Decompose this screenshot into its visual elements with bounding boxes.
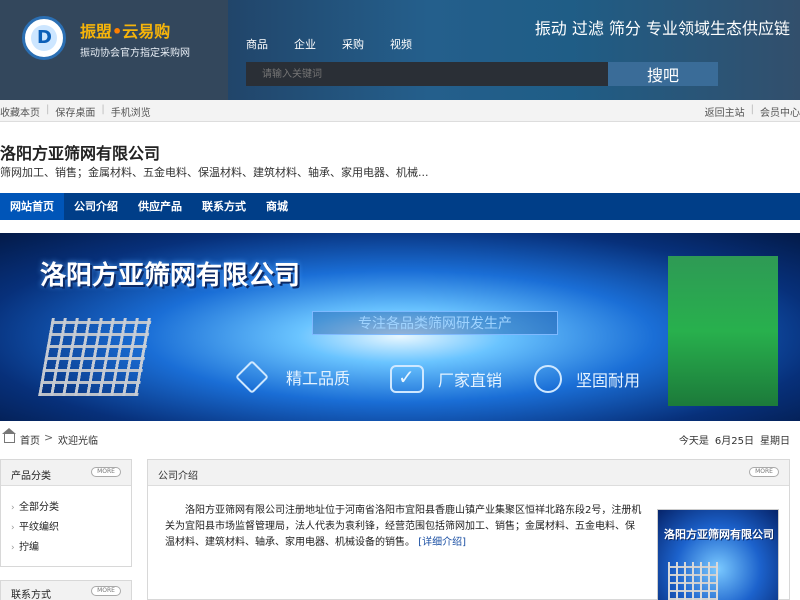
weekday-value: 星期日 [760,436,790,447]
brand-area: D 振盟•云易购 振动协会官方指定采购网 [0,0,228,100]
chevron-right-icon: > [44,431,54,444]
search-input[interactable] [246,62,608,86]
check-shield-icon [390,365,424,393]
home-icon[interactable] [2,428,16,443]
logo-letter: D [37,27,52,48]
intro-title: 公司介绍 [158,471,198,482]
breadcrumb-current: 欢迎光临 [58,436,98,447]
hero-banner: 洛阳方亚筛网有限公司 专注各品类筛网研发生产 精工品质 厂家直销 坚固耐用 [0,233,800,421]
banner-slogan: 专注各品类筛网研发生产 [312,311,558,335]
nav-home[interactable]: 网站首页 [0,193,64,220]
intro-body: 洛阳方亚筛网有限公司注册地址位于河南省洛阳市宜阳县香鹿山镇产业集聚区恒祥北路东段… [165,505,642,548]
search-button[interactable]: 搜吧 [608,62,718,86]
utility-bar: 收藏本页 | 保存桌面 | 手机浏览 返回主站 | 会员中心 [0,100,800,122]
back-to-main-link[interactable]: 返回主站 [705,104,745,119]
category-label: 拧编 [19,542,39,553]
banner-title: 洛阳方亚筛网有限公司 [40,261,301,291]
bookmark-page-link[interactable]: 收藏本页 [0,104,40,119]
brand-title-part2: 云易购 [122,22,171,41]
save-desktop-link[interactable]: 保存桌面 [55,104,95,119]
contact-more-button[interactable]: MORE [91,586,121,596]
utility-links-right: 返回主站 | 会员中心 [705,104,800,119]
mobile-view-link[interactable]: 手机浏览 [111,104,151,119]
site-header: D 振盟•云易购 振动协会官方指定采购网 振动 过滤 筛分 专业领域生态供应链 … [0,0,800,100]
category-all[interactable]: › 全部分类 [11,498,131,518]
bullet-icon: › [11,503,15,513]
feature-durable-label: 坚固耐用 [576,371,641,390]
brand-title-dot: • [112,22,123,41]
contact-header: 联系方式 MORE [1,581,131,600]
date-value: 6月25日 [714,436,754,447]
header-banner: 振动 过滤 筛分 专业领域生态供应链 商品 企业 采购 视频 搜吧 [228,0,800,100]
company-thumbnail[interactable]: 洛阳方亚筛网有限公司 [657,509,779,600]
company-intro-panel: 公司介绍 MORE 洛阳方亚筛网有限公司注册地址位于河南省洛阳市宜阳县香鹿山镇产… [147,459,790,600]
company-scope: 筛网加工、销售；金属材料、五金电料、保温材料、建筑材料、轴承、家用电器、机械..… [0,166,429,179]
nav-products[interactable]: 供应产品 [128,193,192,220]
feature-direct-sale: 厂家直销 [390,365,502,393]
bullet-icon: › [11,543,15,553]
feature-durable: 坚固耐用 [534,365,640,393]
utility-links-left: 收藏本页 | 保存桌面 | 手机浏览 [0,104,151,119]
intro-text: 洛阳方亚筛网有限公司注册地址位于河南省洛阳市宜阳县香鹿山镇产业集聚区恒祥北路东段… [165,503,643,551]
divider: | [46,104,50,115]
contact-title: 联系方式 [11,590,51,600]
nav-contact[interactable]: 联系方式 [192,193,256,220]
top-nav: 商品 企业 采购 视频 [246,36,412,52]
intro-more-button[interactable]: MORE [749,467,779,477]
top-nav-companies[interactable]: 企业 [294,36,316,52]
breadcrumb-home[interactable]: 首页 [20,432,40,447]
category-label: 全部分类 [19,502,59,513]
category-twisted-weave[interactable]: › 拧编 [11,538,131,558]
top-nav-videos[interactable]: 视频 [390,36,412,52]
read-more-link[interactable]: [详细介绍] [418,537,466,548]
top-nav-products[interactable]: 商品 [246,36,268,52]
breadcrumb: 首页 > 欢迎光临 今天是 6月25日 星期日 [0,428,800,448]
divider: | [750,104,754,115]
company-name: 洛阳方亚筛网有限公司 [0,144,161,163]
nav-company-intro[interactable]: 公司介绍 [64,193,128,220]
main-nav: 网站首页 公司介绍 供应产品 联系方式 商城 [0,193,800,220]
date-display: 今天是 6月25日 星期日 [679,432,790,447]
top-nav-purchasing[interactable]: 采购 [342,36,364,52]
brand-title-part1: 振盟 [80,22,113,41]
categories-more-button[interactable]: MORE [91,467,121,477]
intro-header: 公司介绍 MORE [148,460,789,486]
brand-title[interactable]: 振盟•云易购 [80,18,170,42]
nav-mall[interactable]: 商城 [256,193,298,220]
diamond-icon [235,360,269,394]
product-categories-box: 产品分类 MORE › 全部分类 › 平纹编织 › 拧编 [0,459,132,567]
category-list: › 全部分类 › 平纹编织 › 拧编 [1,486,131,558]
divider: | [101,104,105,115]
feature-direct-sale-label: 厂家直销 [438,371,503,390]
header-headline: 振动 过滤 筛分 专业领域生态供应链 [534,19,790,38]
circle-icon [534,365,562,393]
member-center-link[interactable]: 会员中心 [760,104,800,119]
feature-quality-label: 精工品质 [286,369,351,388]
categories-title: 产品分类 [11,471,51,482]
bullet-icon: › [11,523,15,533]
thumbnail-mesh-image [668,562,718,600]
category-plain-weave[interactable]: › 平纹编织 [11,518,131,538]
categories-header: 产品分类 MORE [1,460,131,486]
wire-mesh-image [38,318,152,396]
association-logo[interactable]: D [22,16,66,60]
category-label: 平纹编织 [19,522,59,533]
thumbnail-title: 洛阳方亚筛网有限公司 [664,528,774,541]
date-prefix: 今天是 [678,436,709,447]
contact-box: 联系方式 MORE [0,580,132,600]
brand-subtitle: 振动协会官方指定采购网 [80,48,190,59]
feature-quality: 精工品质 [235,360,351,394]
green-screen-photo [668,256,778,406]
